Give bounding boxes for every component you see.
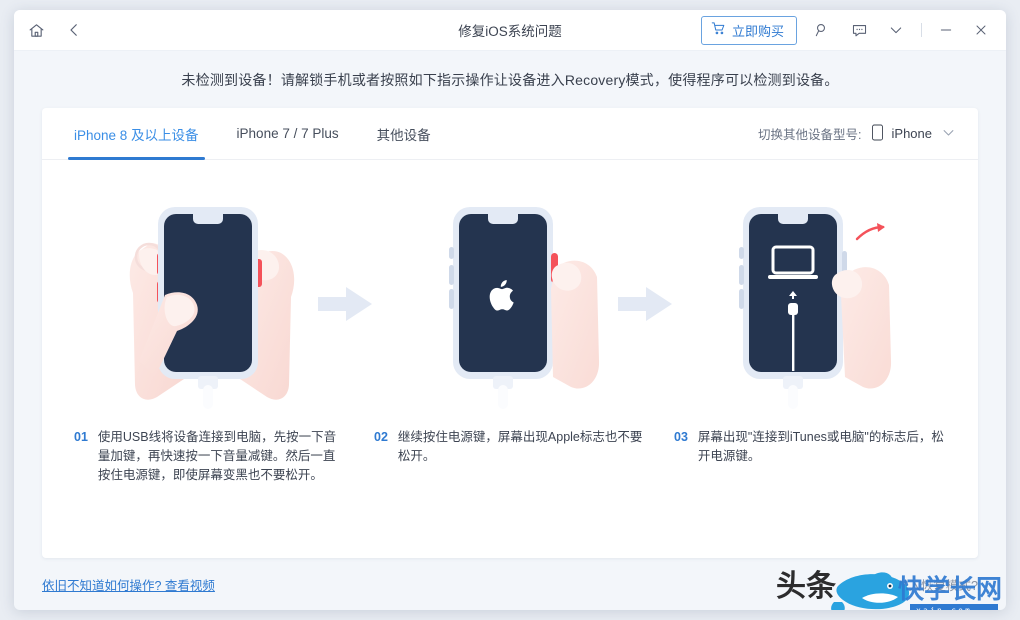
- search-icon[interactable]: [810, 18, 834, 42]
- back-arrow-icon[interactable]: [62, 18, 86, 42]
- device-switch-label: 切换其他设备型号:: [758, 128, 862, 142]
- step-3-text-block: 03 屏幕出现"连接到iTunes或电脑"的标志后，松开电源键。: [660, 412, 960, 466]
- phone-connect-to-itunes-hand-release-illustration: [705, 182, 915, 412]
- application-window: 修复iOS系统问题 立即购买 未检测到设备！请解锁手机或者按照如下指示操作让设备…: [14, 10, 1006, 610]
- cart-icon: [711, 21, 726, 39]
- step-1: 01 使用USB线将设备连接到电脑，先按一下音量加键，再快速按一下音量减键。然后…: [60, 182, 372, 558]
- svg-text:xajn.com: xajn.com: [916, 606, 972, 610]
- svg-text:头条: 头条: [776, 569, 836, 604]
- recovery-guide-card: iPhone 8 及以上设备 iPhone 7 / 7 Plus 其他设备 切换…: [42, 108, 978, 558]
- chevron-down-icon[interactable]: [941, 125, 956, 143]
- watch-video-help-link[interactable]: 依旧不知道如何操作? 查看视频: [42, 575, 215, 594]
- buy-now-button[interactable]: 立即购买: [700, 15, 797, 45]
- tab-label: iPhone 8 及以上设备: [74, 127, 199, 143]
- feedback-icon[interactable]: [847, 18, 871, 42]
- title-bar: 修复iOS系统问题 立即购买: [14, 10, 1006, 51]
- home-icon[interactable]: [24, 18, 48, 42]
- minimize-button[interactable]: [935, 19, 957, 41]
- cannot-enter-recovery-note[interactable]: 无法进入恢复模式?: [871, 575, 978, 594]
- footer-bar: 依旧不知道如何操作? 查看视频 无法进入恢复模式? 头条 快学长网 xajn.c…: [14, 558, 1006, 610]
- phone-apple-logo-hand-power-button-illustration: [405, 182, 615, 412]
- divider: [921, 23, 922, 37]
- device-tabs-row: iPhone 8 及以上设备 iPhone 7 / 7 Plus 其他设备 切换…: [42, 108, 978, 160]
- step-3: 03 屏幕出现"连接到iTunes或电脑"的标志后，松开电源键。: [660, 182, 960, 558]
- tab-other-devices[interactable]: 其他设备: [371, 108, 437, 160]
- close-button[interactable]: [970, 19, 992, 41]
- status-banner: 未检测到设备！请解锁手机或者按照如下指示操作让设备进入Recovery模式，使得…: [181, 72, 839, 88]
- step-number: 02: [374, 430, 388, 444]
- arrow-step1-to-step2-icon: [314, 282, 376, 326]
- device-model-value: iPhone: [891, 126, 932, 141]
- step-2: 02 继续按住电源键，屏幕出现Apple标志也不要松开。: [360, 182, 672, 558]
- step-2-text-block: 02 继续按住电源键，屏幕出现Apple标志也不要松开。: [360, 412, 660, 466]
- step-number: 01: [74, 430, 88, 444]
- tab-iphone-7[interactable]: iPhone 7 / 7 Plus: [231, 108, 345, 160]
- recovery-steps: 01 使用USB线将设备连接到电脑，先按一下音量加键，再快速按一下音量减键。然后…: [42, 160, 978, 558]
- device-model-dropdown[interactable]: iPhone: [871, 124, 932, 144]
- phone-icon: [871, 124, 884, 144]
- step-1-text-block: 01 使用USB线将设备连接到电脑，先按一下音量加键，再快速按一下音量减键。然后…: [60, 412, 360, 485]
- arrow-step2-to-step3-icon: [614, 282, 676, 326]
- step-number: 03: [674, 430, 688, 444]
- tab-label: iPhone 7 / 7 Plus: [236, 126, 339, 141]
- buy-now-label: 立即购买: [731, 23, 784, 39]
- tab-label: 其他设备: [376, 127, 431, 143]
- tab-iphone-8-and-above[interactable]: iPhone 8 及以上设备: [68, 108, 205, 160]
- title-bar-left-controls: [24, 18, 86, 42]
- step-description: 继续按住电源键，屏幕出现Apple标志也不要松开。: [397, 430, 643, 463]
- device-switch-group: 切换其他设备型号: iPhone: [758, 124, 956, 144]
- phone-two-hands-dark-screen-illustration: [105, 182, 315, 412]
- title-bar-right-controls: 立即购买: [700, 15, 992, 45]
- step-description: 使用USB线将设备连接到电脑，先按一下音量加键，再快速按一下音量减键。然后一直按…: [97, 430, 337, 482]
- step-description: 屏幕出现"连接到iTunes或电脑"的标志后，松开电源键。: [697, 430, 944, 463]
- device-tabs: iPhone 8 及以上设备 iPhone 7 / 7 Plus 其他设备: [42, 108, 437, 160]
- chevron-down-icon[interactable]: [884, 18, 908, 42]
